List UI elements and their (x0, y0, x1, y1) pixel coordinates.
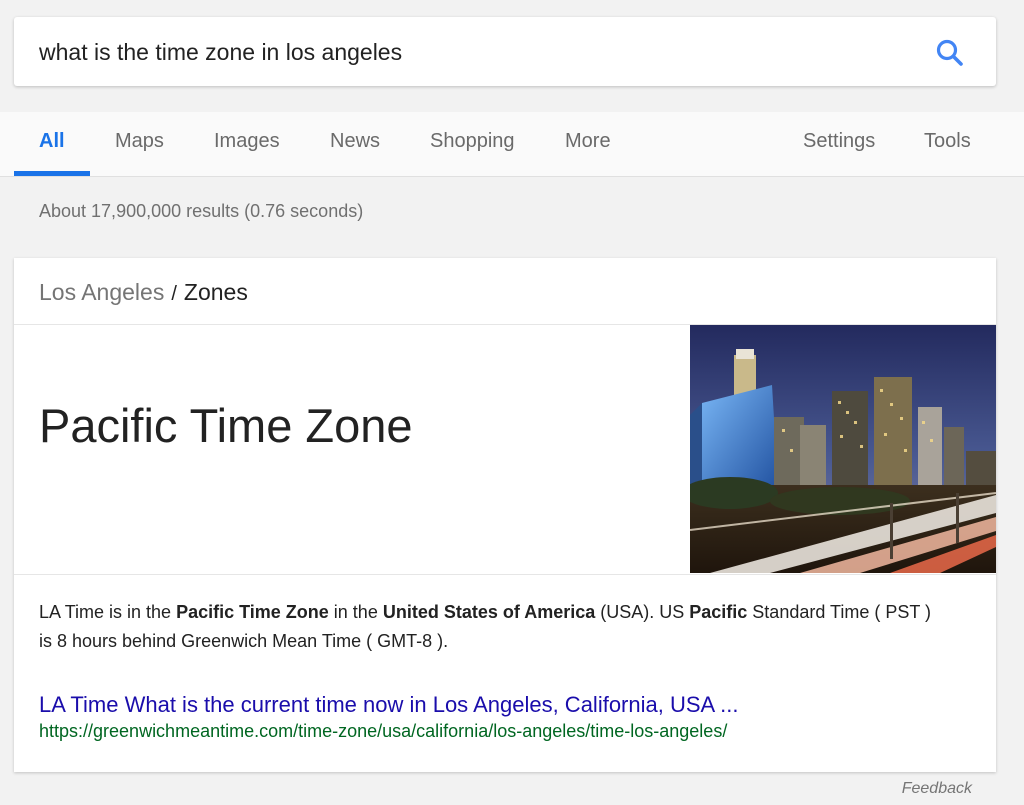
description-emphasis: Pacific Time Zone (176, 602, 329, 622)
search-input[interactable]: what is the time zone in los angeles (39, 39, 402, 66)
tab-tools[interactable]: Tools (924, 130, 971, 153)
tab-maps[interactable]: Maps (115, 130, 164, 153)
description-emphasis: United States of America (382, 602, 596, 622)
results-stats: About 17,900,000 results (0.76 seconds) (39, 201, 364, 221)
answer-card: Los Angeles / Zones Pacific Time Zone LA… (14, 258, 996, 772)
search-icon[interactable] (934, 37, 966, 69)
result-link-title[interactable]: LA Time What is the current time now in … (39, 692, 738, 718)
description-text: (USA). US (595, 602, 690, 622)
answer-description: LA Time is in the Pacific Time Zone in t… (39, 598, 939, 656)
card-divider-bottom (14, 574, 996, 575)
tab-shopping[interactable]: Shopping (430, 130, 515, 153)
breadcrumb: Los Angeles / Zones (39, 279, 248, 306)
breadcrumb-current: Zones (183, 279, 248, 305)
answer-title: Pacific Time Zone (39, 399, 413, 452)
search-bar[interactable]: what is the time zone in los angeles (14, 17, 996, 86)
active-tab-indicator (14, 171, 90, 176)
tab-settings[interactable]: Settings (803, 130, 875, 153)
tab-news[interactable]: News (330, 130, 380, 153)
breadcrumb-parent[interactable]: Los Angeles (39, 279, 164, 305)
description-text: LA Time is in the (39, 602, 177, 622)
breadcrumb-separator: / (171, 283, 177, 305)
description-text: in the (328, 602, 383, 622)
description-emphasis: Pacific (689, 602, 748, 622)
result-link-url[interactable]: https://greenwichmeantime.com/time-zone/… (39, 721, 727, 742)
city-skyline-image[interactable] (690, 325, 996, 573)
tab-images[interactable]: Images (214, 130, 280, 153)
tab-more[interactable]: More (565, 130, 611, 153)
search-tabs: All Maps Images News Shopping More Setti… (0, 112, 1024, 177)
feedback-link[interactable]: Feedback (902, 780, 972, 798)
tab-all[interactable]: All (39, 130, 65, 153)
